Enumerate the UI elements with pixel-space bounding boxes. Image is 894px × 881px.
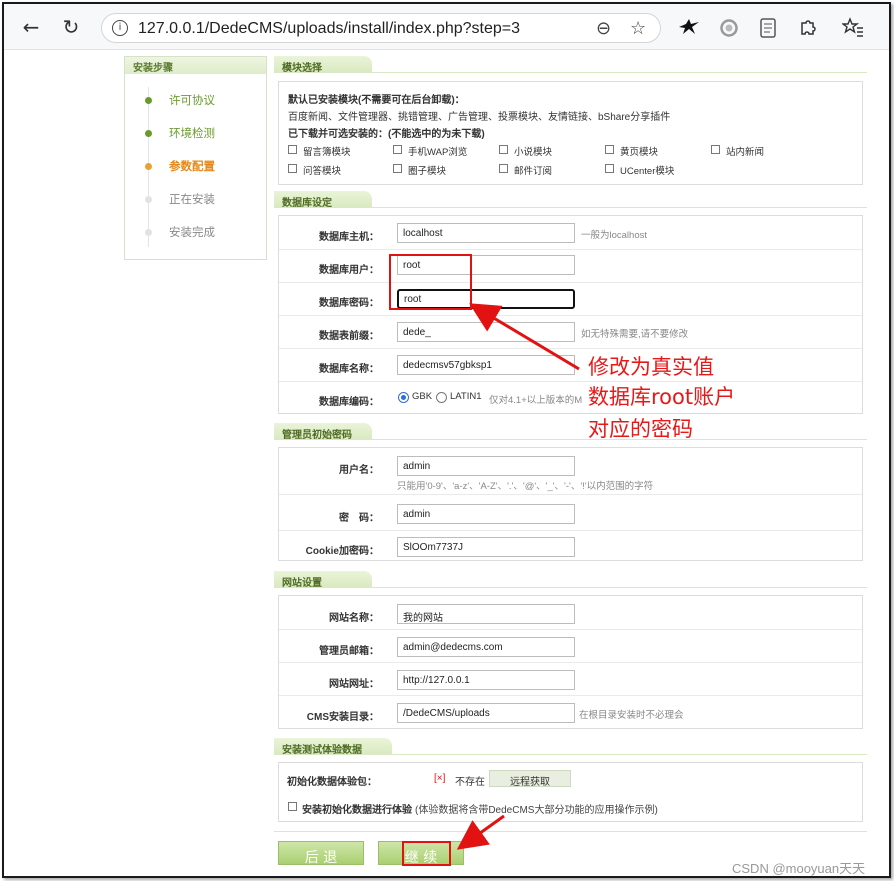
annotation-arrows: [456, 303, 580, 850]
annotation-line-2: 数据库root账户: [588, 385, 736, 409]
arrow-to-password: [469, 303, 580, 371]
csdn-watermark: CSDN @mooyuan天天: [732, 861, 866, 876]
annotation-line-1: 修改为真实值: [588, 355, 714, 379]
annotation-line-3: 对应的密码: [588, 417, 693, 441]
window-frame: ← ↻ i 127.0.0.1/DedeCMS/uploads/install/…: [2, 2, 891, 878]
arrow-to-continue: [456, 814, 505, 850]
